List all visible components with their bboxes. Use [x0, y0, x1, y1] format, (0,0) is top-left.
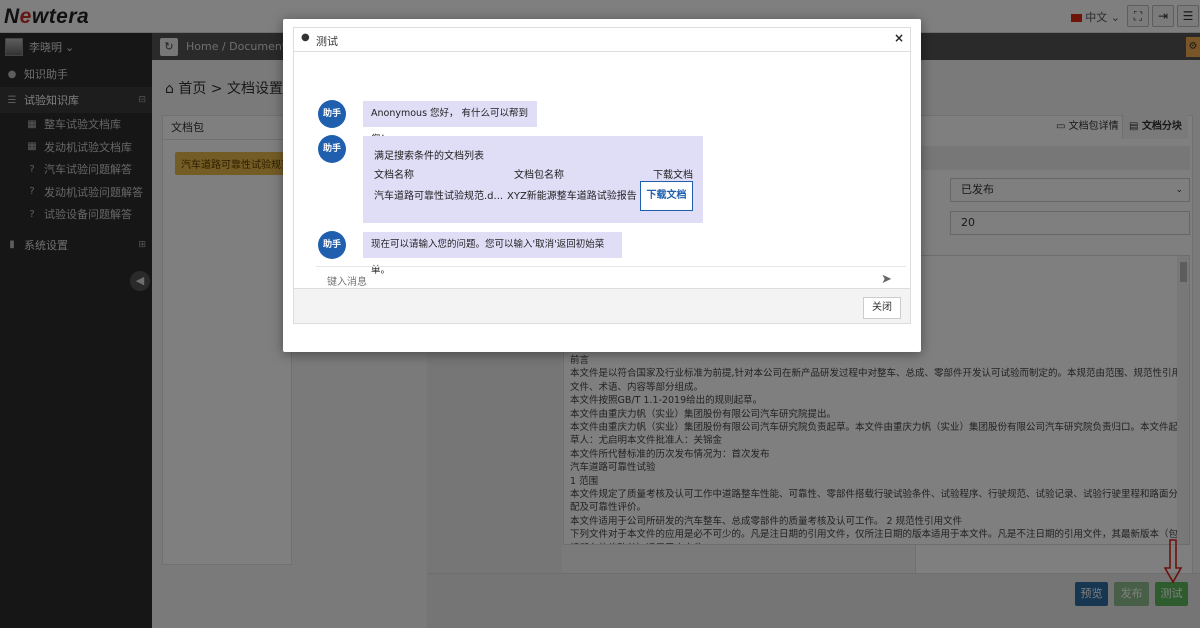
bot-message-doc-list: 满足搜索条件的文档列表 文档名称 文档包名称 下载文档 汽车道路可靠性试验规范.… — [363, 136, 703, 223]
column-header-download: 下载文档 — [653, 170, 693, 181]
message-input[interactable] — [327, 274, 847, 290]
bot-message: 现在可以请输入您的问题。您可以输入'取消'返回初始菜单。 — [363, 232, 622, 276]
close-icon[interactable]: × — [894, 31, 904, 45]
bot-message: Anonymous 您好， 有什么可以帮到您！ — [363, 101, 537, 145]
download-document-button[interactable]: 下载文档 — [640, 181, 693, 211]
column-header-package-name: 文档包名称 — [514, 170, 564, 181]
column-header-doc-name: 文档名称 — [374, 170, 414, 181]
close-button[interactable]: 关闭 — [863, 297, 901, 319]
send-icon[interactable]: ➤ — [881, 272, 892, 287]
cell-package-name: XYZ新能源整车道路试验报告 — [507, 191, 637, 202]
user-icon: ● — [301, 32, 310, 43]
input-divider — [316, 266, 906, 267]
bot-avatar: 助手 — [318, 135, 346, 163]
cell-doc-name: 汽车道路可靠性试验规范.d... — [374, 191, 504, 202]
chat-body: 助手 Anonymous 您好， 有什么可以帮到您！ 助手 满足搜索条件的文档列… — [293, 51, 911, 290]
chat-dialog: ● 测试 × 助手 Anonymous 您好， 有什么可以帮到您！ 助手 满足搜… — [283, 19, 921, 352]
bot-avatar: 助手 — [318, 231, 346, 259]
dialog-footer: 关闭 — [293, 289, 911, 324]
doc-list-caption: 满足搜索条件的文档列表 — [374, 151, 484, 162]
dialog-header: ● 测试 × — [293, 27, 911, 51]
dialog-title: 测试 — [316, 35, 338, 48]
bot-avatar: 助手 — [318, 100, 346, 128]
